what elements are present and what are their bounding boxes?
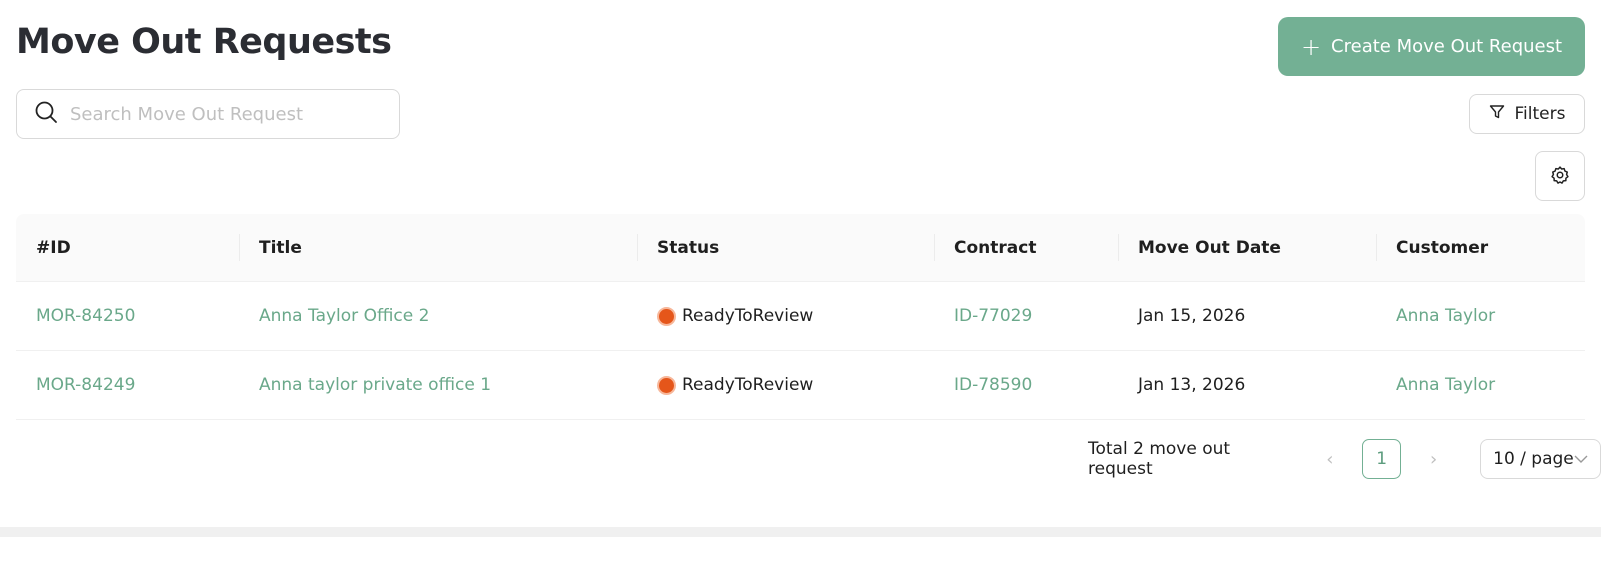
- status-text: ReadyToReview: [682, 306, 814, 326]
- filters-label: Filters: [1514, 104, 1566, 124]
- customer-link[interactable]: Anna Taylor: [1376, 375, 1585, 395]
- request-title-link[interactable]: Anna taylor private office 1: [239, 375, 637, 395]
- status-text: ReadyToReview: [682, 375, 814, 395]
- request-title-link[interactable]: Anna Taylor Office 2: [239, 306, 637, 326]
- move-out-date: Jan 15, 2026: [1138, 306, 1246, 326]
- status-indicator-icon: [657, 306, 676, 326]
- column-header-customer[interactable]: Customer: [1376, 214, 1585, 281]
- page-title: Move Out Requests: [16, 22, 392, 62]
- filter-icon: [1489, 104, 1505, 125]
- customer-link[interactable]: Anna Taylor: [1376, 306, 1585, 326]
- total-count: Total 2 move out request: [1088, 439, 1231, 479]
- move-out-date: Jan 13, 2026: [1138, 375, 1246, 395]
- prev-page-icon[interactable]: ‹: [1315, 449, 1344, 470]
- next-page-icon[interactable]: ›: [1419, 449, 1448, 470]
- page-number-button[interactable]: 1: [1362, 439, 1402, 479]
- column-header-contract[interactable]: Contract: [934, 214, 1118, 281]
- status-cell: ReadyToReview: [637, 306, 934, 326]
- pagination: Total 2 move out request ‹ 1 › 10 / page: [1088, 439, 1601, 479]
- create-button-label: Create Move Out Request: [1331, 36, 1563, 57]
- filters-button[interactable]: Filters: [1469, 94, 1585, 134]
- column-header-title[interactable]: Title: [239, 214, 637, 281]
- request-id-link[interactable]: MOR-84250: [16, 306, 239, 326]
- page-size-select[interactable]: 10 / page: [1480, 439, 1601, 479]
- search-input[interactable]: [70, 103, 370, 125]
- move-out-requests-table: #ID Title Status Contract Move Out Date …: [16, 214, 1585, 420]
- contract-link[interactable]: ID-78590: [934, 375, 1118, 395]
- table-header: #ID Title Status Contract Move Out Date …: [16, 214, 1585, 282]
- status-cell: ReadyToReview: [637, 375, 934, 395]
- gear-icon: [1550, 165, 1570, 188]
- table-row[interactable]: MOR-84249 Anna taylor private office 1 R…: [16, 351, 1585, 420]
- page-size-value: 10 / page: [1493, 449, 1574, 469]
- column-header-id[interactable]: #ID: [16, 214, 239, 281]
- search-icon: [34, 100, 58, 128]
- request-id-link[interactable]: MOR-84249: [16, 375, 239, 395]
- bottom-divider: [0, 527, 1601, 537]
- contract-link[interactable]: ID-77029: [934, 306, 1118, 326]
- column-settings-button[interactable]: [1535, 151, 1585, 201]
- search-box[interactable]: [16, 89, 400, 139]
- create-move-out-request-button[interactable]: + Create Move Out Request: [1278, 17, 1585, 76]
- plus-icon: +: [1300, 32, 1322, 61]
- column-header-move-out-date[interactable]: Move Out Date: [1118, 214, 1376, 281]
- status-indicator-icon: [657, 375, 676, 395]
- table-row[interactable]: MOR-84250 Anna Taylor Office 2 ReadyToRe…: [16, 282, 1585, 351]
- chevron-down-icon: [1574, 449, 1588, 469]
- column-header-status[interactable]: Status: [637, 214, 934, 281]
